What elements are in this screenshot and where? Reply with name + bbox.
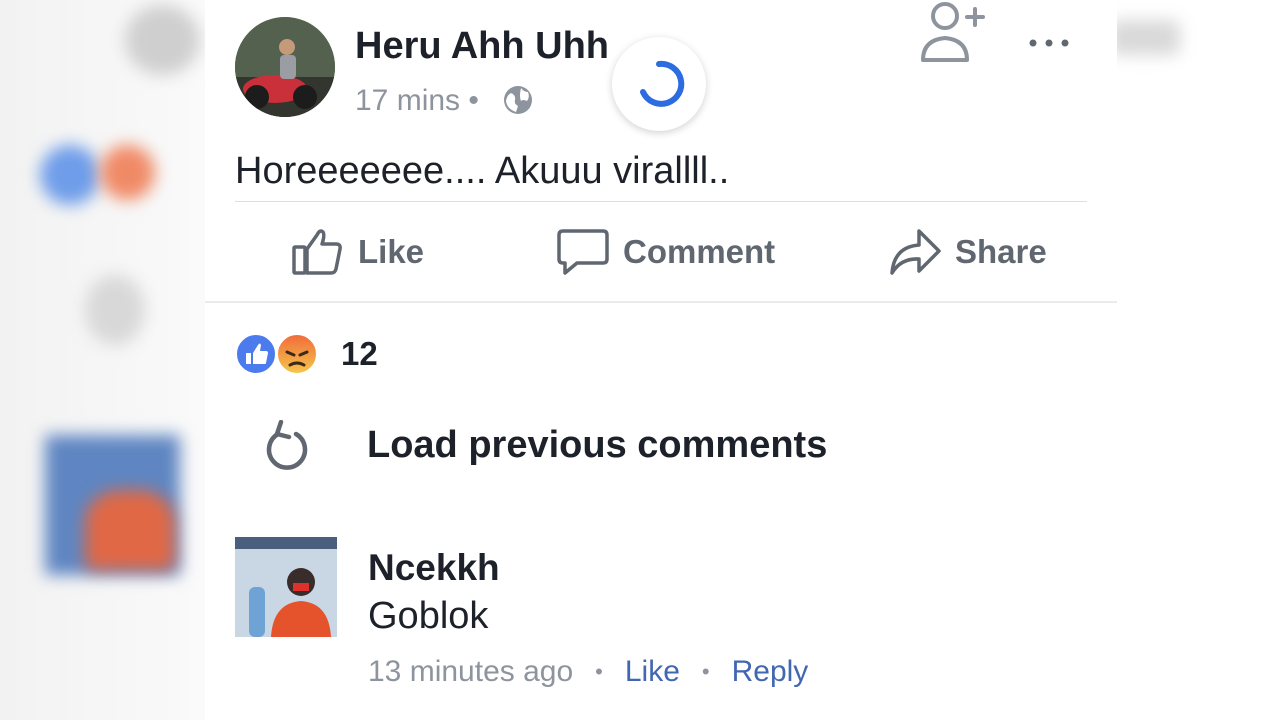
comment-author-name[interactable]: Ncekkh <box>368 547 500 589</box>
author-avatar[interactable] <box>235 17 335 117</box>
load-previous-comments-label[interactable]: Load previous comments <box>367 424 827 467</box>
post-time: 17 mins <box>355 84 461 117</box>
blurred-backdrop-shape <box>125 5 200 75</box>
share-button[interactable]: Share <box>889 224 1047 280</box>
blurred-backdrop-shape <box>1110 20 1180 55</box>
post-timestamp[interactable]: 17 mins • <box>355 84 479 118</box>
blurred-backdrop-shape <box>100 145 155 200</box>
post-author-name[interactable]: Heru Ahh Uhh <box>355 25 609 68</box>
reactions-summary[interactable]: 12 <box>235 332 378 376</box>
comment-text: Goblok <box>368 595 489 637</box>
thumbs-up-icon <box>292 229 342 275</box>
commenter-avatar[interactable] <box>235 537 337 637</box>
comment-reply-link[interactable]: Reply <box>732 655 809 689</box>
comment-timestamp: 13 minutes ago <box>368 655 574 688</box>
blurred-backdrop-shape <box>40 145 100 205</box>
divider <box>205 301 1117 303</box>
post-card: Heru Ahh Uhh 17 mins • Horeeeeeee.... Ak… <box>205 0 1117 720</box>
like-label: Like <box>358 233 425 270</box>
share-label: Share <box>955 233 1047 270</box>
refresh-icon <box>266 420 308 470</box>
comment-button[interactable]: Comment <box>557 224 775 280</box>
blurred-backdrop-shape <box>85 490 175 570</box>
comment-label: Comment <box>623 233 776 270</box>
time-separator: • <box>468 84 479 117</box>
divider <box>235 201 1087 202</box>
more-icon[interactable] <box>1027 28 1071 58</box>
comment-like-link[interactable]: Like <box>625 655 680 689</box>
loading-spinner <box>612 37 706 131</box>
load-previous-comments-button[interactable] <box>261 420 311 476</box>
post-body-text: Horeeeeeee.... Akuuu virallll.. <box>235 150 730 192</box>
comment-meta: 13 minutes ago • Like • Reply <box>368 655 808 689</box>
add-friend-icon[interactable] <box>915 0 985 66</box>
like-button[interactable]: Like <box>292 224 424 280</box>
meta-separator: • <box>701 659 710 684</box>
reaction-count: 12 <box>341 335 378 372</box>
blurred-backdrop-shape <box>85 275 145 345</box>
share-arrow-icon <box>890 229 941 275</box>
reaction-icons <box>235 333 318 375</box>
comment-bubble-icon <box>557 229 609 275</box>
globe-icon <box>504 86 532 114</box>
meta-separator: • <box>595 659 603 684</box>
